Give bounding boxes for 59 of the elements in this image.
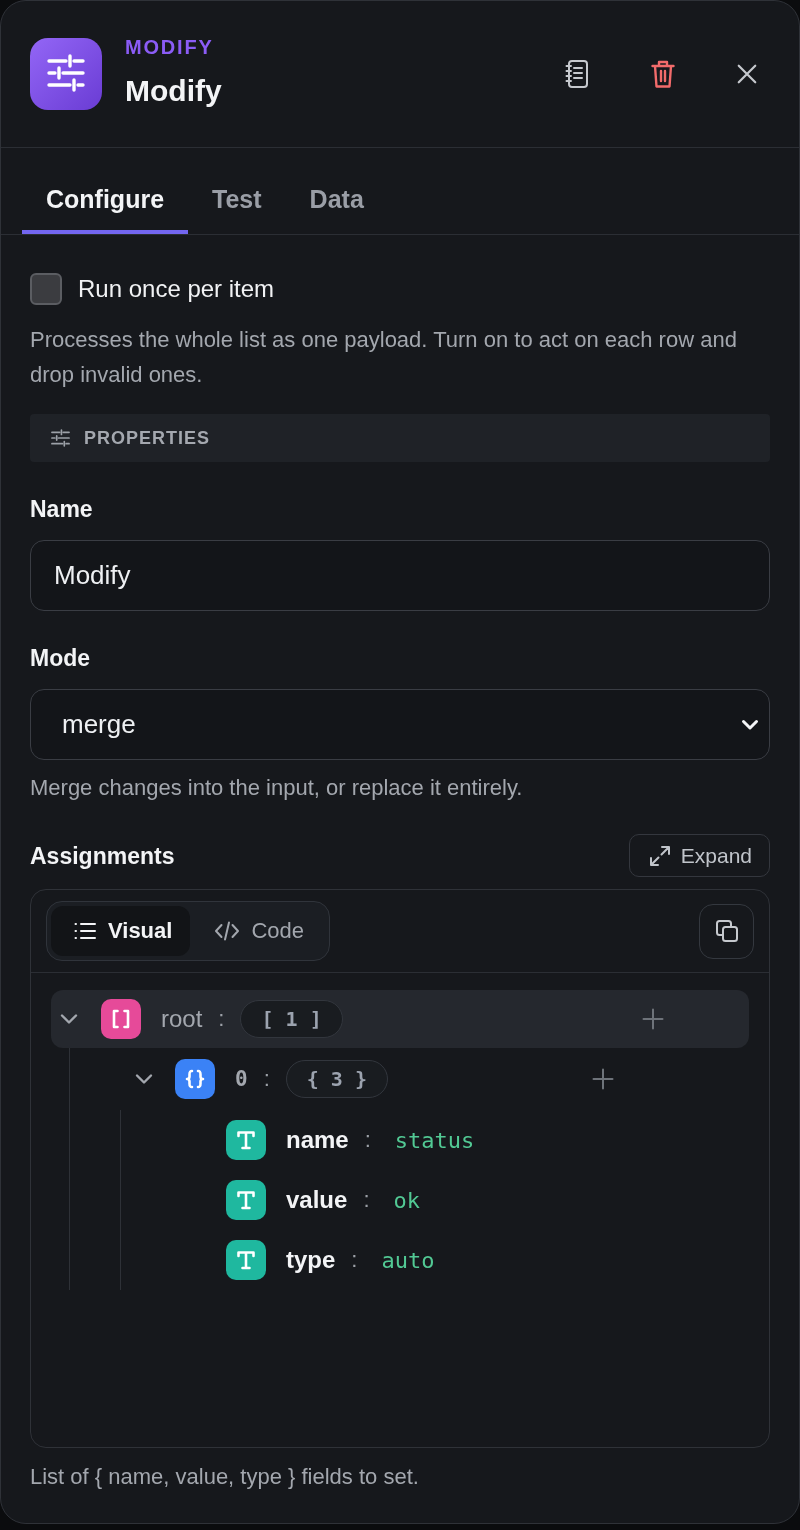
plus-icon[interactable] [642,1008,664,1030]
text-type-icon [226,1240,266,1280]
braces-icon [175,1059,215,1099]
chevron-down-icon [741,718,759,731]
node-value: status [394,1127,475,1153]
copy-icon [714,919,739,943]
text-type-icon [226,1180,266,1220]
node-value: auto [381,1247,435,1273]
node-title: Modify [125,73,222,109]
field-label: Mode [30,644,92,673]
close-icon[interactable] [736,63,758,85]
tree-row[interactable]: 0 : { 3 } [102,1048,699,1110]
node-key: root [161,1005,203,1033]
key-separator: : [218,1006,225,1032]
help-text: Processes the whole list as one payload. Turn on to act on each row and drop invalid ones. [30,326,738,389]
chevron-down-icon[interactable] [60,1013,78,1025]
sliders-icon [30,38,102,110]
tree-row[interactable]: value : ok [152,1170,699,1230]
node-key: type [286,1246,336,1274]
help-text: Merge changes into the input, or replace it entirely. [30,774,524,802]
view-mode-tab[interactable]: Visual [51,906,191,956]
select-field[interactable]: merge [30,689,770,760]
tree-row[interactable]: name : status [152,1110,699,1170]
code-icon [214,921,241,941]
sliders-icon [51,429,70,447]
tree-row[interactable]: type : auto [152,1230,699,1290]
node-category: MODIFY [125,35,215,59]
expand-button[interactable]: Expand [628,834,770,877]
checkbox-label: Run once per item [78,275,275,303]
node-value: ok [393,1187,420,1213]
key-separator: : [363,1187,370,1213]
help-text: List of { name, value, type } fields to set. [30,1463,420,1491]
copy-button[interactable] [699,903,754,959]
key-separator: : [351,1247,358,1273]
notebook-icon[interactable] [564,59,590,89]
checkbox[interactable] [30,273,62,305]
trash-icon[interactable] [650,59,676,89]
node-key: name [286,1126,349,1154]
list-icon [74,922,96,940]
key-separator: : [364,1127,371,1153]
plus-icon[interactable] [592,1068,614,1090]
text-input[interactable]: Modify [30,540,770,611]
text-type-icon [226,1120,266,1160]
view-mode-tab[interactable]: Code [190,906,325,956]
node-key: 0 [235,1067,248,1091]
section-title: PROPERTIES [84,427,211,449]
child-count: [ 1 ] [240,1000,343,1038]
tree-row[interactable]: root : [ 1 ] [51,990,749,1048]
tab[interactable]: Data [285,148,388,234]
child-count: { 3 } [285,1060,388,1098]
field-label: Name [30,495,94,524]
tab[interactable]: Test [188,148,286,234]
tab[interactable]: Configure [22,148,189,234]
brackets-icon [101,999,141,1039]
node-key: value [286,1186,348,1214]
expand-icon [648,844,671,867]
field-label: Assignments [30,841,175,871]
key-separator: : [263,1066,270,1092]
chevron-down-icon[interactable] [135,1073,153,1085]
